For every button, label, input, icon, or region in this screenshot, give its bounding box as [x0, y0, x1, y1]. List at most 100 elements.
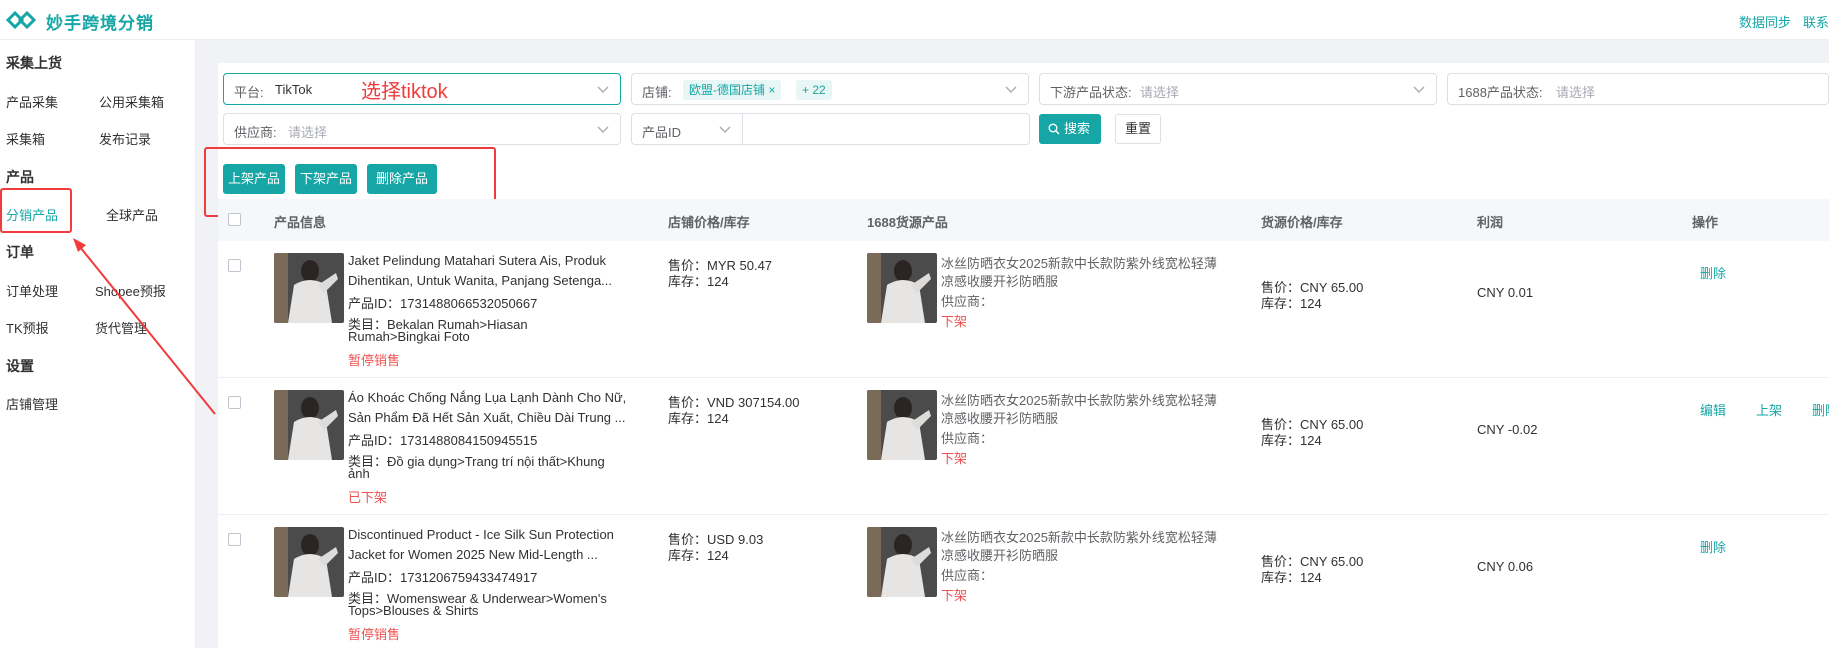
- header-store-price: 店铺价格/库存: [668, 215, 750, 230]
- top-links: 数据同步 联系: [1727, 12, 1829, 31]
- header-operations: 操作: [1692, 215, 1719, 230]
- source-title-line1[interactable]: 冰丝防晒衣女2025新款中长款防紫外线宽松轻薄: [941, 390, 1217, 409]
- product-category-line2: Tops>Blouses & Shirts: [348, 603, 479, 618]
- content-card: 平台: TikTok 选择tiktok 店铺: 欧盟-德国店铺 × + 22 下…: [204, 63, 1829, 648]
- sidebar-item-forwarder[interactable]: 货代管理: [95, 318, 147, 337]
- main-area: 平台: TikTok 选择tiktok 店铺: 欧盟-德国店铺 × + 22 下…: [196, 40, 1829, 648]
- store-more-tag[interactable]: + 22: [796, 80, 832, 100]
- supplier-label: 供应商:: [234, 125, 277, 140]
- search-button[interactable]: 搜索: [1039, 114, 1101, 144]
- sidebar-item-order-processing[interactable]: 订单处理: [6, 281, 58, 300]
- source-title-line2[interactable]: 凉感收腰开衫防晒服: [941, 545, 1058, 564]
- product-status: 暂停销售: [348, 627, 401, 642]
- source-title-line2[interactable]: 凉感收腰开衫防晒服: [941, 271, 1058, 290]
- table-row: Áo Khoác Chống Nắng Lụa Lạnh Dành Cho Nữ…: [218, 378, 1829, 515]
- source-title-line1[interactable]: 冰丝防晒衣女2025新款中长款防紫外线宽松轻薄: [941, 253, 1217, 272]
- downstream-status-label: 下游产品状态:: [1050, 85, 1132, 100]
- supplier-select[interactable]: 供应商: 请选择: [223, 113, 621, 145]
- reset-button[interactable]: 重置: [1115, 114, 1161, 144]
- header-profit: 利润: [1477, 215, 1504, 230]
- data-sync-link[interactable]: 数据同步: [1739, 15, 1791, 30]
- product-thumbnail[interactable]: [274, 390, 344, 460]
- profit-value: CNY -0.02: [1477, 422, 1538, 437]
- source-status: 下架: [941, 314, 968, 329]
- list-link[interactable]: 上架: [1756, 400, 1782, 419]
- annotation-text: 选择tiktok: [361, 81, 448, 103]
- profit-value: CNY 0.01: [1477, 285, 1534, 300]
- product-title-line2[interactable]: Dihentikan, Untuk Wanita, Panjang Seteng…: [348, 273, 612, 288]
- source-image: [867, 253, 937, 323]
- product-title-line2[interactable]: Jacket for Women 2025 New Mid-Length ...: [348, 547, 598, 562]
- delete-link[interactable]: 删除: [1700, 537, 1726, 556]
- product-title-line2[interactable]: Sản Phẩm Đã Hết Sản Xuất, Chiều Dài Trun…: [348, 410, 625, 425]
- status-1688-label: 1688产品状态:: [1458, 85, 1543, 100]
- product-status: 暂停销售: [348, 353, 401, 368]
- store-select[interactable]: 店铺: 欧盟-德国店铺 × + 22: [631, 73, 1029, 105]
- sidebar-item-publish-records[interactable]: 发布记录: [99, 129, 151, 148]
- sidebar-item-global-products[interactable]: 全球产品: [106, 205, 158, 224]
- row-checkbox[interactable]: [228, 533, 241, 546]
- store-stock: 库存：124: [668, 274, 729, 289]
- downstream-status-placeholder: 请选择: [1140, 85, 1180, 100]
- section-title-settings: 设置: [6, 358, 34, 374]
- table-header: 产品信息 店铺价格/库存 1688货源产品 货源价格/库存 利润 操作: [218, 199, 1829, 241]
- header-1688-source: 1688货源产品: [867, 215, 948, 230]
- product-id-input[interactable]: [742, 113, 1030, 145]
- product-category-line1: 类目：Đồ gia dụng>Trang trí nội thất>Khung: [348, 454, 605, 469]
- delete-link[interactable]: 删除: [1812, 400, 1829, 419]
- source-title-line1[interactable]: 冰丝防晒衣女2025新款中长款防紫外线宽松轻薄: [941, 527, 1217, 546]
- source-status: 下架: [941, 451, 968, 466]
- sidebar-item-tk-forecast[interactable]: TK预报: [6, 318, 49, 337]
- header-product-info: 产品信息: [274, 215, 327, 230]
- chevron-down-icon: [597, 86, 609, 93]
- row-checkbox[interactable]: [228, 259, 241, 272]
- product-id-type-select[interactable]: 产品ID: [631, 113, 743, 145]
- delete-link[interactable]: 删除: [1700, 263, 1726, 282]
- source-stock: 库存：124: [1261, 296, 1322, 311]
- platform-value: TikTok: [275, 82, 313, 97]
- source-thumbnail[interactable]: [867, 527, 937, 597]
- product-title-line1[interactable]: Jaket Pelindung Matahari Sutera Ais, Pro…: [348, 253, 606, 268]
- source-supplier: 供应商：: [941, 431, 994, 446]
- store-stock: 库存：124: [668, 411, 729, 426]
- table-row: Jaket Pelindung Matahari Sutera Ais, Pro…: [218, 241, 1829, 378]
- product-status: 已下架: [348, 490, 388, 505]
- downstream-status-select[interactable]: 下游产品状态: 请选择: [1039, 73, 1437, 105]
- select-all-checkbox[interactable]: [228, 213, 241, 226]
- chevron-down-icon: [1413, 86, 1425, 93]
- product-image: [274, 253, 344, 323]
- product-title-line1[interactable]: Áo Khoác Chống Nắng Lụa Lạnh Dành Cho Nữ…: [348, 390, 626, 405]
- chevron-down-icon: [597, 126, 609, 133]
- sidebar-item-collect-box[interactable]: 采集箱: [6, 129, 45, 148]
- search-button-label: 搜索: [1064, 121, 1091, 136]
- store-label: 店铺:: [642, 85, 672, 100]
- product-title-line1[interactable]: Discontinued Product - Ice Silk Sun Prot…: [348, 527, 614, 542]
- sidebar-item-public-box[interactable]: 公用采集箱: [99, 92, 164, 111]
- product-image: [274, 390, 344, 460]
- sidebar-item-store-management[interactable]: 店铺管理: [6, 394, 58, 413]
- source-image: [867, 390, 937, 460]
- source-stock: 库存：124: [1261, 433, 1322, 448]
- logo-icon: [6, 10, 36, 30]
- product-thumbnail[interactable]: [274, 527, 344, 597]
- product-thumbnail[interactable]: [274, 253, 344, 323]
- store-stock: 库存：124: [668, 548, 729, 563]
- store-tag[interactable]: 欧盟-德国店铺 ×: [683, 80, 782, 100]
- source-status: 下架: [941, 588, 968, 603]
- section-title-orders: 订单: [6, 244, 34, 260]
- status-1688-select[interactable]: 1688产品状态: 请选择: [1447, 73, 1829, 105]
- sidebar-item-shopee-forecast[interactable]: Shopee预报: [95, 281, 166, 300]
- tag-close-icon[interactable]: ×: [768, 83, 775, 97]
- chevron-down-icon: [1005, 86, 1017, 93]
- top-bar: 妙手跨境分销 数据同步 联系: [0, 0, 1829, 40]
- product-id-label: 产品ID: [642, 125, 682, 140]
- source-thumbnail[interactable]: [867, 390, 937, 460]
- source-title-line2[interactable]: 凉感收腰开衫防晒服: [941, 408, 1058, 427]
- platform-label: 平台:: [234, 85, 264, 100]
- sidebar-item-product-collect[interactable]: 产品采集: [6, 92, 58, 111]
- product-image: [274, 527, 344, 597]
- source-thumbnail[interactable]: [867, 253, 937, 323]
- contact-link[interactable]: 联系: [1803, 15, 1829, 30]
- edit-link[interactable]: 编辑: [1700, 400, 1726, 419]
- row-checkbox[interactable]: [228, 396, 241, 409]
